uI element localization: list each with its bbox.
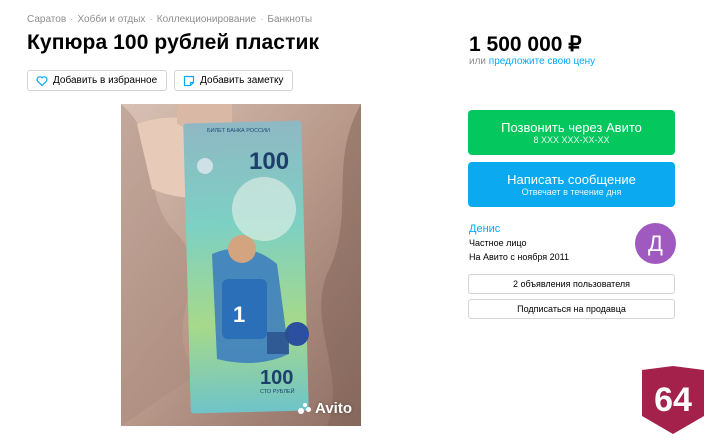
breadcrumb: Саратов · Хобби и отдых · Коллекциониров…	[27, 14, 312, 25]
heart-icon	[36, 75, 48, 86]
message-button-sub: Отвечает в течение дня	[521, 186, 622, 197]
avito-watermark-text: Avito	[315, 400, 352, 417]
breadcrumb-separator: ·	[260, 14, 264, 25]
call-button[interactable]: Позвонить через Авито 8 XXX XXX-XX-XX	[468, 110, 675, 155]
price-offer: или предложите свою цену	[469, 56, 595, 67]
breadcrumb-item-collecting[interactable]: Коллекционирование	[157, 14, 256, 25]
seller-type: Частное лицо	[469, 238, 527, 248]
avito-logo-icon	[298, 402, 312, 415]
channel-logo-badge: 64	[642, 366, 704, 434]
add-note-label: Добавить заметку	[200, 75, 284, 86]
listing-photo[interactable]: 1 БИЛЕТ БАНКА РОССИИ 100 100 СТО РУБЛЕЙ …	[27, 104, 454, 426]
add-to-favorites-label: Добавить в избранное	[53, 75, 158, 86]
banknote-denomination-bottom: 100	[260, 367, 293, 389]
banknote-top-text: БИЛЕТ БАНКА РОССИИ	[207, 128, 270, 134]
seller-name-link[interactable]: Денис	[469, 223, 500, 235]
note-icon	[184, 75, 195, 86]
listing-actions: Добавить в избранное Добавить заметку	[27, 70, 294, 91]
avatar[interactable]: Д	[635, 223, 676, 264]
add-note-button[interactable]: Добавить заметку	[174, 70, 294, 91]
avito-watermark: Avito	[298, 400, 352, 417]
badge-text: 64	[654, 381, 692, 419]
add-to-favorites-button[interactable]: Добавить в избранное	[27, 70, 168, 91]
page-title: Купюра 100 рублей пластик	[27, 31, 320, 54]
breadcrumb-separator: ·	[70, 14, 74, 25]
svg-text:1: 1	[233, 302, 245, 327]
seller-since: На Авито с ноября 2011	[469, 252, 569, 262]
suggest-price-link[interactable]: предложите свою цену	[489, 56, 595, 67]
breadcrumb-item-hobby[interactable]: Хобби и отдых	[77, 14, 145, 25]
call-button-label: Позвонить через Авито	[501, 119, 642, 135]
breadcrumb-item-city[interactable]: Саратов	[27, 14, 66, 25]
message-button[interactable]: Написать сообщение Отвечает в течение дн…	[468, 162, 675, 207]
price-or-text: или	[469, 56, 487, 67]
breadcrumb-separator: ·	[149, 14, 153, 25]
banknote-photo: 1 БИЛЕТ БАНКА РОССИИ 100 100 СТО РУБЛЕЙ	[27, 104, 454, 426]
banknote-denomination-top: 100	[249, 148, 289, 175]
breadcrumb-item-banknotes[interactable]: Банкноты	[267, 14, 312, 25]
banknote-bottom-text: СТО РУБЛЕЙ	[260, 387, 295, 395]
message-button-label: Написать сообщение	[507, 171, 636, 187]
call-button-phone: 8 XXX XXX-XX-XX	[533, 134, 610, 145]
subscribe-seller-button[interactable]: Подписаться на продавца	[468, 299, 675, 319]
price: 1 500 000 ₽	[469, 33, 582, 56]
seller-listings-button[interactable]: 2 объявления пользователя	[468, 274, 675, 294]
